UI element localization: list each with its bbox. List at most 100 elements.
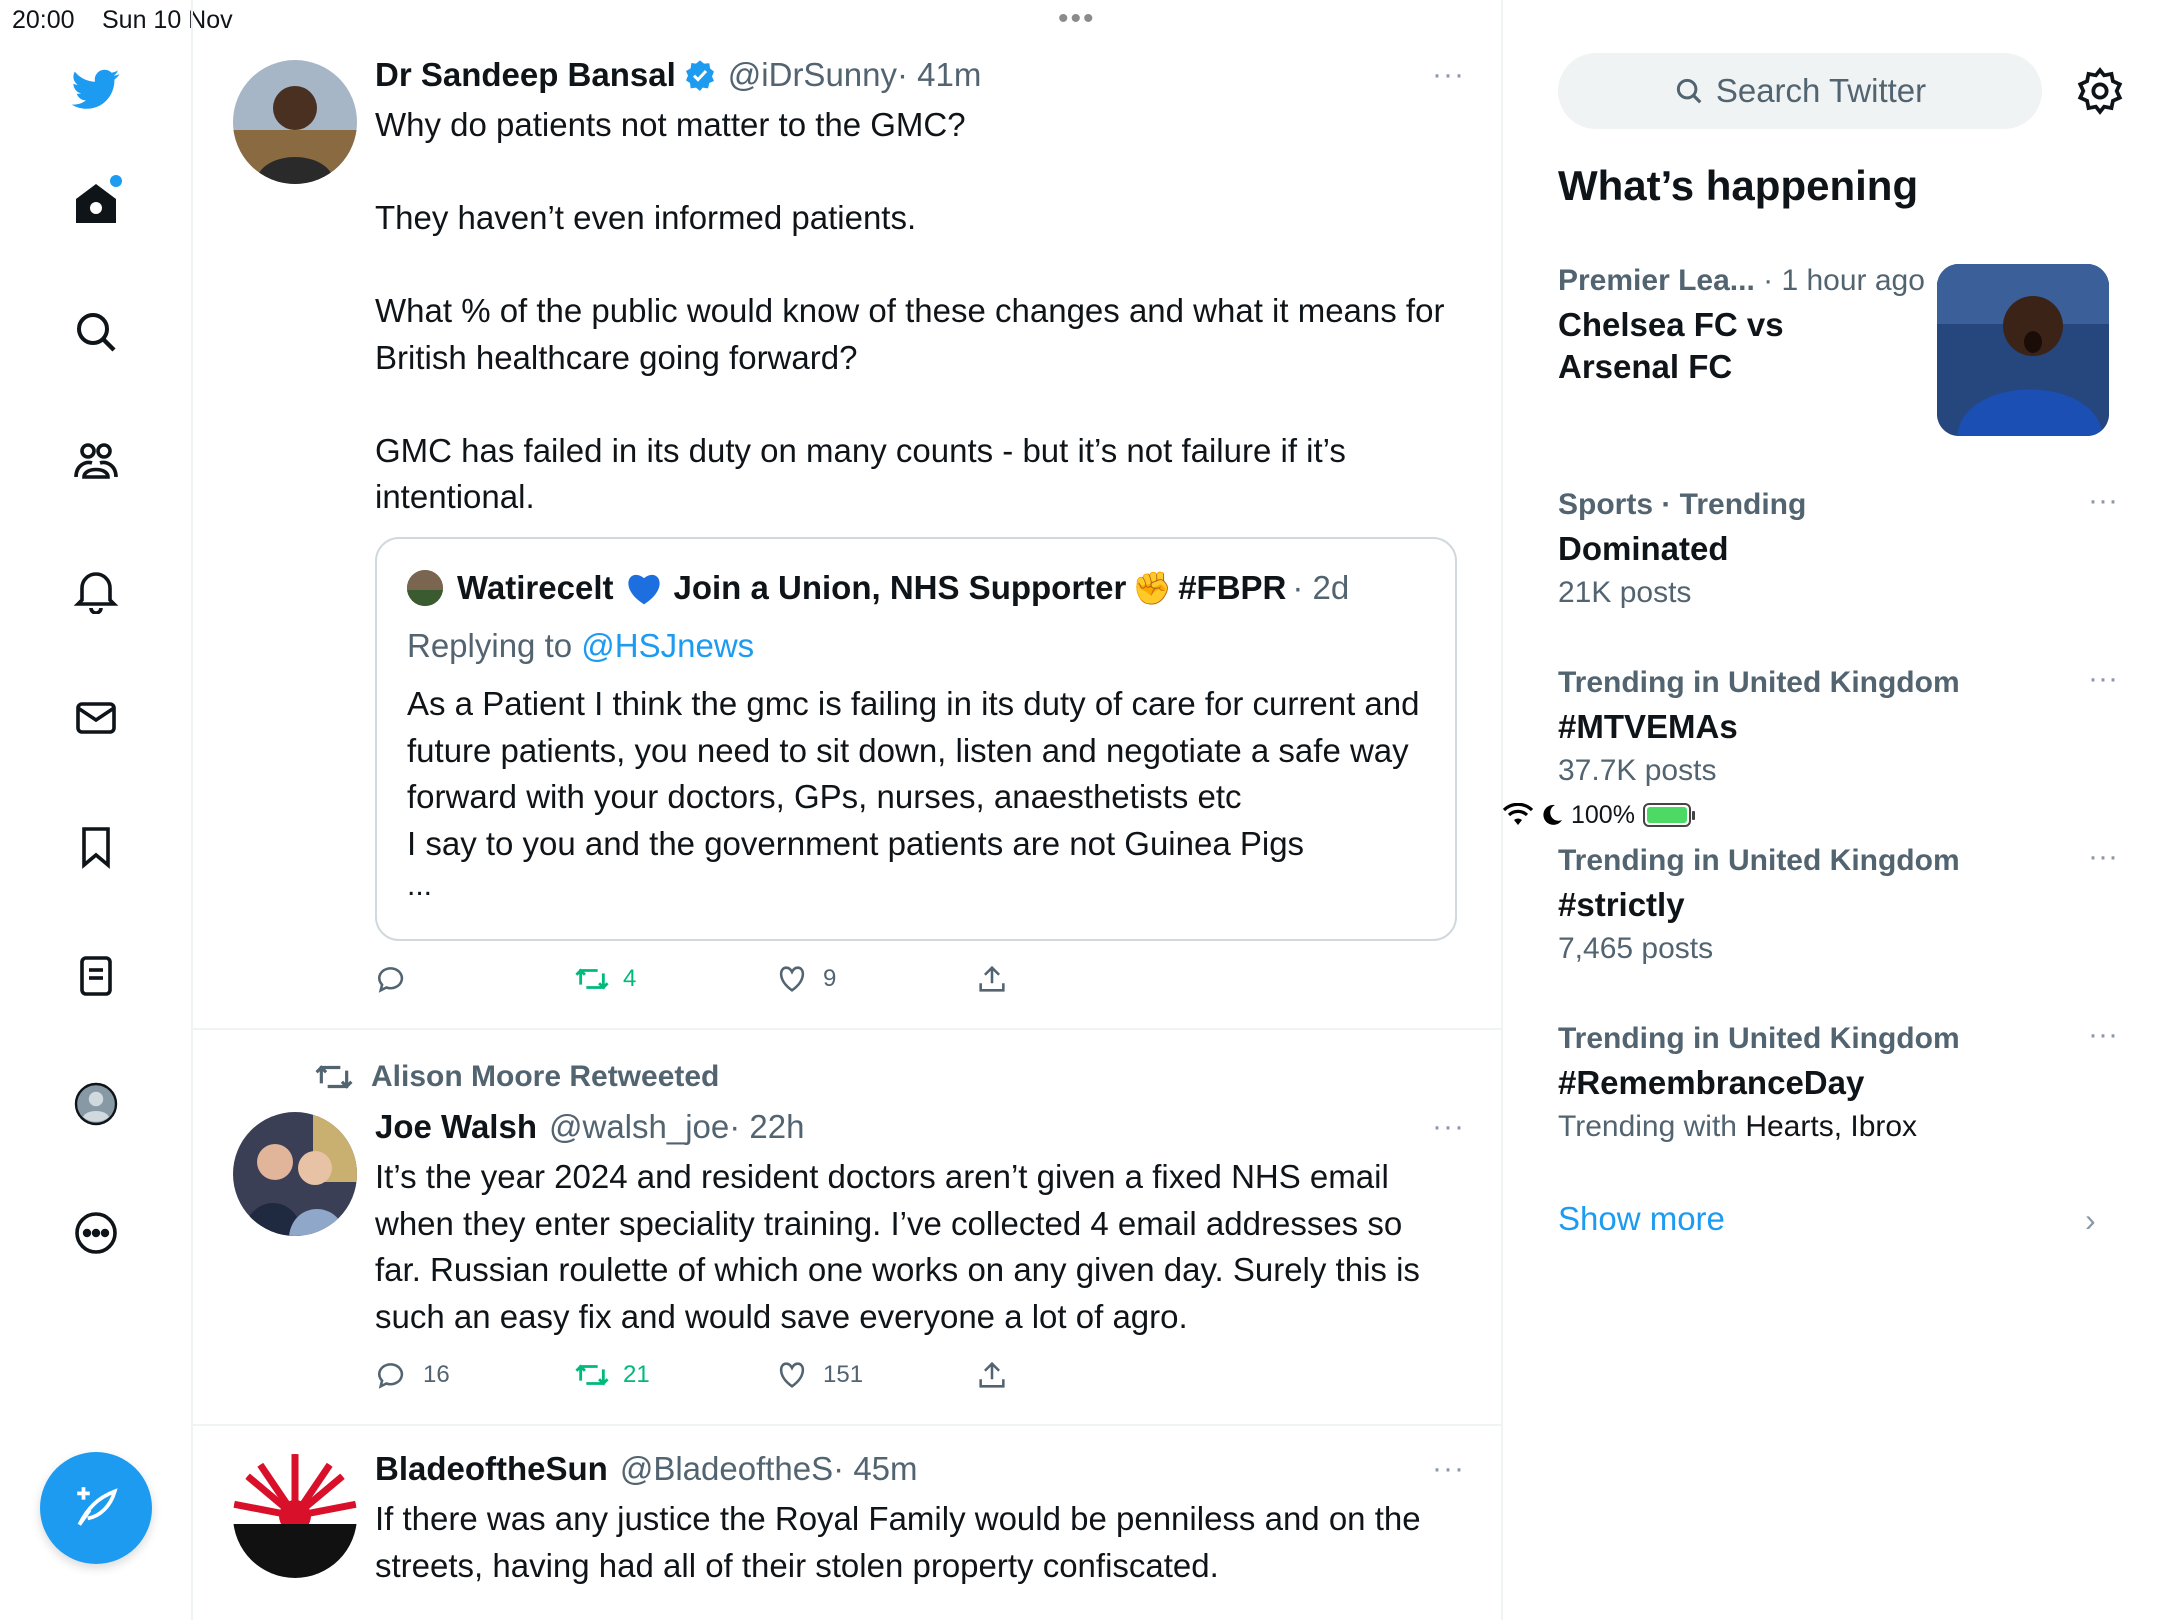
news-item[interactable]: Premier Lea... · 1 hour ago Chelsea FC v… [1558,264,1938,388]
tweet-text: Why do patients not matter to the GMC? T… [375,106,1445,515]
quote-author-name-rest: Join a Union, NHS Supporter [673,569,1127,606]
communities-icon[interactable] [66,431,126,491]
avatar[interactable] [233,1112,357,1236]
trend-meta: Sports · Trending [1558,488,1807,521]
author-handle[interactable]: @iDrSunny [728,56,897,94]
tweet-more-icon[interactable]: ··· [1432,58,1465,92]
trend-item[interactable]: Trending in United Kingdom #MTVEMAs 37.7… [1558,662,2118,788]
author-name[interactable]: BladeoftheSun [375,1450,608,1488]
share-button[interactable] [975,962,1009,996]
search-placeholder: Search Twitter [1715,72,1927,109]
author-handle[interactable]: @walsh_joe [549,1108,729,1146]
compose-tweet-button[interactable] [40,1452,152,1564]
tweet-text: If there was any justice the Royal Famil… [375,1500,1430,1584]
reply-icon [377,1363,404,1389]
avatar[interactable] [233,1454,357,1578]
home-icon[interactable] [66,173,126,233]
tweet-header: BladeoftheSun @BladeoftheS · 45m [375,1450,918,1488]
retweet-count: 21 [623,1361,650,1388]
retweet-icon [575,1364,609,1386]
reply-button[interactable]: 16 [375,1358,450,1392]
retweet-icon [575,968,609,990]
blue-heart-icon [627,574,660,605]
more-icon[interactable] [66,1203,126,1263]
trend-more-icon[interactable]: ··· [2088,662,2118,696]
profile-icon[interactable] [66,1074,126,1134]
tweet[interactable]: Alison Moore Retweeted Joe Walsh @walsh_… [193,1030,1503,1426]
replying-to-link[interactable]: @HSJnews [581,627,754,664]
like-count: 9 [823,965,837,992]
trend-topic: Dominated [1558,530,1729,567]
show-more-link[interactable]: Show more [1558,1200,1725,1238]
left-nav [0,0,193,1620]
search-small-icon [1676,78,1702,104]
compose-feather-icon [77,1487,118,1526]
notifications-icon[interactable] [66,560,126,620]
trend-item[interactable]: Sports · Trending Dominated 21K posts ··… [1558,484,2118,610]
tweet-more-icon[interactable]: ··· [1432,1452,1465,1486]
trend-more-icon[interactable]: ··· [2088,1018,2118,1052]
tweet-actions: 16 21 151 [375,1358,1075,1398]
author-name[interactable]: Dr Sandeep Bansal [375,56,676,94]
trend-item[interactable]: Trending in United Kingdom #strictly 7,4… [1558,840,2118,966]
quote-author-name: Watirecelt [457,569,614,606]
trend-count: 7,465 posts [1558,932,1714,965]
trend-with-label: Trending with [1558,1110,1737,1143]
notification-dot [110,175,122,187]
trend-more-icon[interactable]: ··· [2088,484,2118,518]
share-button[interactable] [975,1358,1009,1392]
tweet-more-icon[interactable]: ··· [1432,1110,1465,1144]
trend-with-names: Hearts, Ibrox [1745,1110,1918,1143]
quoted-tweet[interactable]: Watirecelt Join a Union, NHS Supporter ✊… [375,537,1457,941]
author-handle[interactable]: @BladeoftheS [620,1450,833,1488]
tweet-header: Dr Sandeep Bansal @iDrSunny · 41m [375,56,981,94]
lists-icon[interactable] [66,946,126,1006]
reply-count: 16 [423,1361,450,1388]
like-button[interactable]: 9 [775,962,836,996]
trend-meta: Trending in United Kingdom [1558,666,1960,699]
retweeted-by-label[interactable]: Alison Moore Retweeted [371,1060,719,1094]
author-name[interactable]: Joe Walsh [375,1108,537,1146]
tweet[interactable]: BladeoftheSun @BladeoftheS · 45m ··· If … [193,1426,1503,1620]
quote-text: As a Patient I think the gmc is failing … [407,685,1420,862]
reply-icon [377,967,404,993]
trend-topic: #strictly [1558,886,1685,923]
twitter-logo-icon[interactable] [66,59,126,119]
trend-count: 21K posts [1558,576,1692,609]
news-category: Premier Lea... [1558,264,1755,297]
tweet-header: Joe Walsh @walsh_joe · 22h [375,1108,804,1146]
tweet-time[interactable]: · 41m [897,56,981,94]
trend-meta: Trending in United Kingdom [1558,1022,1960,1055]
trend-count: 37.7K posts [1558,754,1717,787]
share-icon [979,1361,1005,1388]
tweet-time[interactable]: · 22h [729,1108,804,1146]
quote-author-tag: #FBPR [1178,569,1287,606]
reply-button[interactable] [375,962,423,996]
tweet-actions: 4 9 [375,962,1075,1002]
retweet-button[interactable]: 4 [575,962,636,996]
tweet[interactable]: Dr Sandeep Bansal @iDrSunny · 41m ··· Wh… [193,0,1503,1030]
news-time: · 1 hour ago [1754,264,1925,297]
news-meta: Premier Lea... · 1 hour ago [1558,264,1938,298]
trend-item[interactable]: Trending in United Kingdom #RemembranceD… [1558,1018,2118,1144]
whats-happening-title: What’s happening [1558,162,1919,209]
trend-more-icon[interactable]: ··· [2088,840,2118,874]
quote-ellipsis: ... [407,869,433,902]
news-thumbnail[interactable] [1937,264,2109,436]
settings-gear-icon[interactable] [2075,66,2125,116]
chevron-right-icon: › [2085,1202,2096,1238]
quote-time: · 2d [1292,569,1350,606]
search-icon[interactable] [66,302,126,362]
heart-icon [779,1362,805,1388]
like-count: 151 [823,1361,864,1388]
search-field[interactable]: Search Twitter [1558,53,2042,129]
like-button[interactable]: 151 [775,1358,863,1392]
retweet-button[interactable]: 21 [575,1358,650,1392]
messages-icon[interactable] [66,688,126,748]
avatar[interactable] [233,60,357,184]
bookmarks-icon[interactable] [66,817,126,877]
tweet-text: It’s the year 2024 and resident doctors … [375,1158,1430,1335]
retweet-count: 4 [623,965,637,992]
tweet-time[interactable]: · 45m [833,1450,917,1488]
heart-icon [779,966,805,992]
